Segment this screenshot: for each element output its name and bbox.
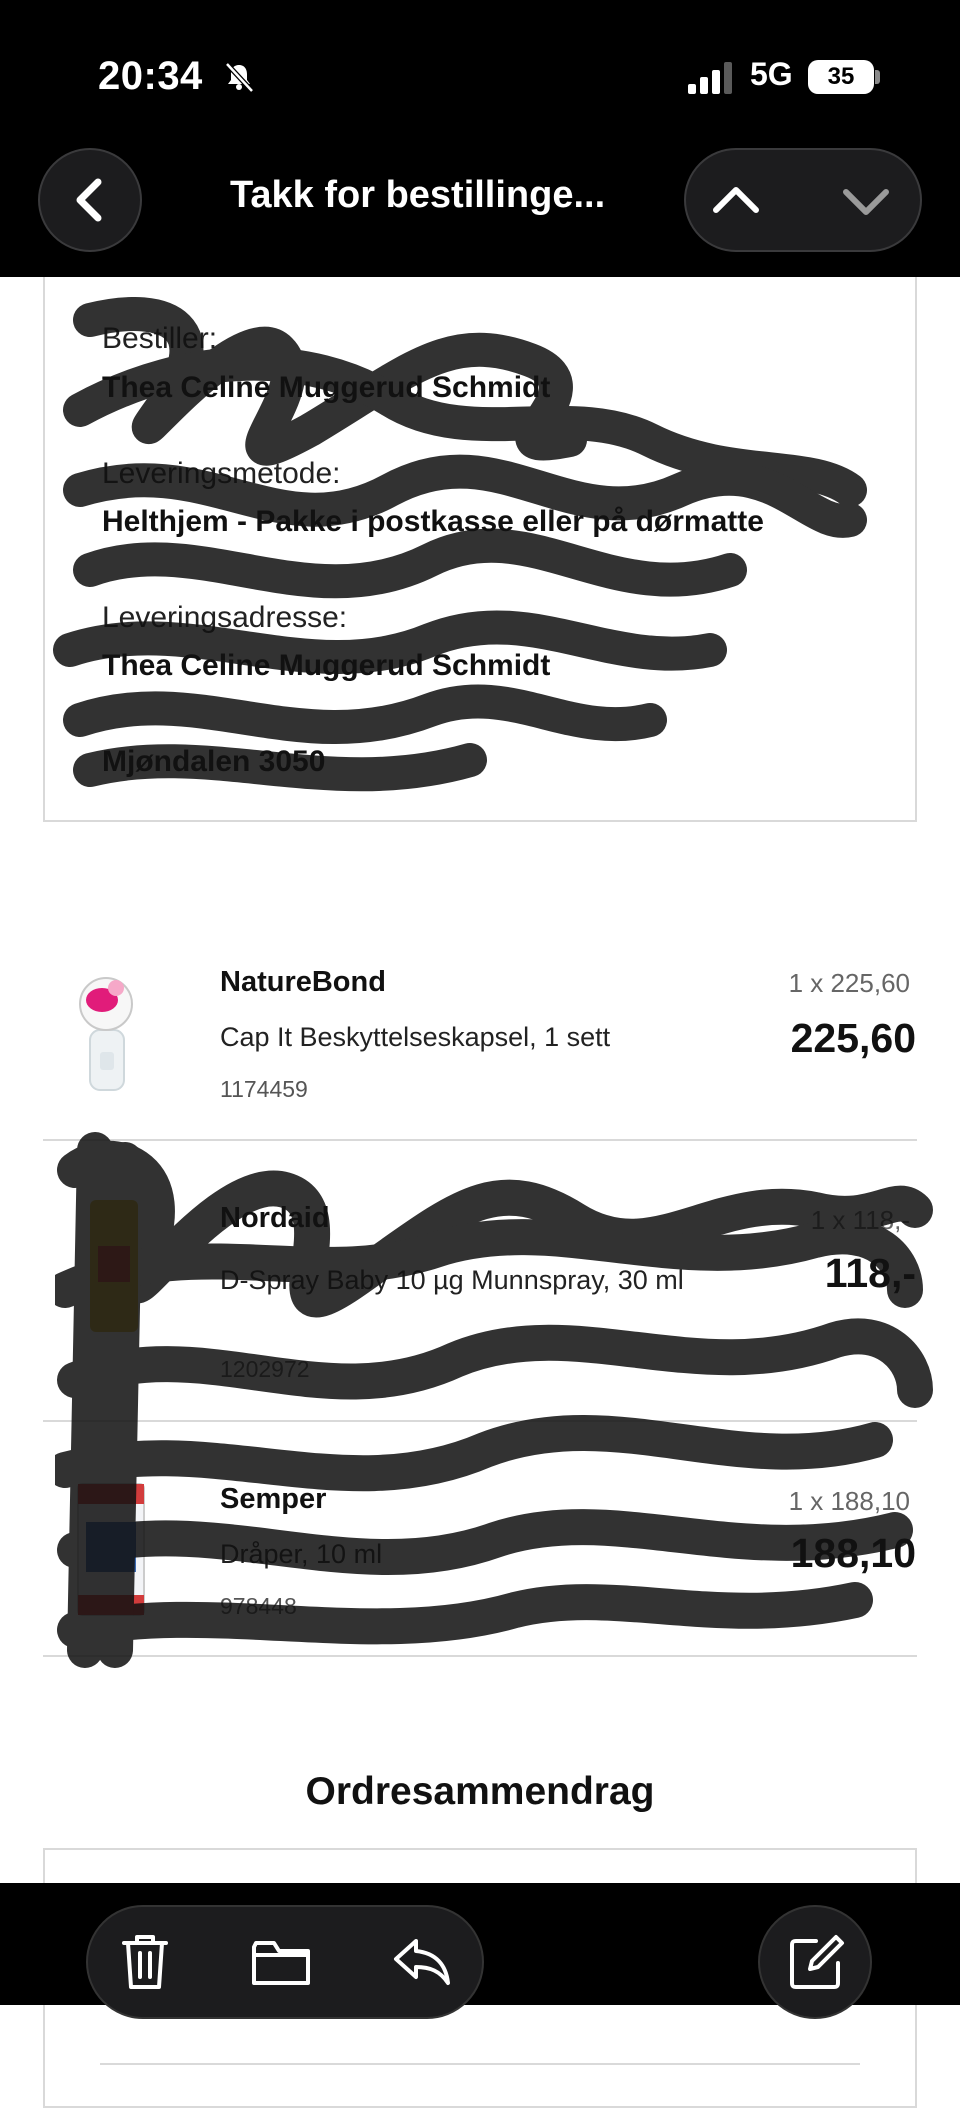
item-sku: 1174459 [220,1076,308,1102]
back-button[interactable] [38,148,142,252]
network-label: 5G [750,56,793,92]
trash-icon[interactable] [110,1927,180,1997]
battery-level: 35 [827,63,855,90]
page-title: Takk for bestillinge... [230,174,606,216]
summary-divider [100,2063,860,2065]
compose-button[interactable] [758,1905,872,2019]
redaction-scribble [53,297,867,792]
bell-slash-icon [225,62,254,93]
chevron-up-icon[interactable] [700,168,772,232]
compose-icon [790,1935,844,1989]
summary-title: Ordresammendrag [305,1770,655,1813]
item-price: 225,60 [790,1015,916,1061]
signal-icon [688,62,732,94]
item-qty: 1 x 225,60 [788,968,910,998]
chevron-left-icon [76,178,102,222]
battery-icon: 35 [808,60,874,94]
chevron-down-icon[interactable] [830,168,902,232]
product-image-capit [79,977,133,1091]
folder-icon[interactable] [246,1927,316,1997]
reply-icon[interactable] [386,1927,456,1997]
status-time: 20:34 [98,54,203,98]
redaction-scribble [55,1132,933,1668]
item-name[interactable]: Cap It Beskyttelseskapsel, 1 sett [220,1022,610,1053]
item-brand: NatureBond [220,966,386,998]
battery-tip [875,70,880,84]
